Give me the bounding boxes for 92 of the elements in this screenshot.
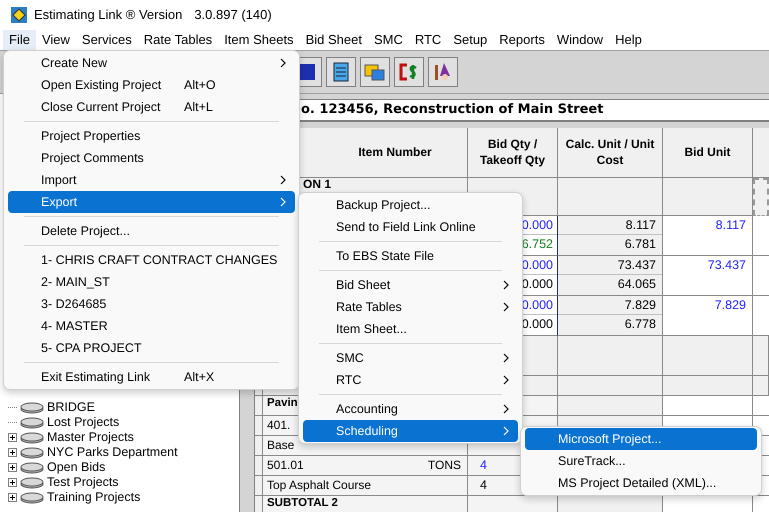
menu-item[interactable]: Bid Sheet [303, 274, 518, 296]
menu-bar-item[interactable]: Item Sheets [218, 30, 300, 50]
item-number: 401. [267, 418, 290, 434]
unit-label: TONS [428, 458, 461, 474]
item-description: Top Asphalt Course [267, 478, 372, 494]
takeoff-quantity: 0.000 [522, 316, 553, 334]
menu-item[interactable]: SMC [303, 347, 518, 369]
menu-item[interactable]: Delete Project... [8, 220, 295, 242]
expand-icon[interactable] [8, 493, 17, 502]
menu-item[interactable]: Open Existing Project Alt+O [8, 74, 295, 96]
menu-bar-item[interactable]: Rate Tables [138, 30, 218, 50]
takeoff-quantity: 0.000 [522, 276, 553, 294]
menu-item[interactable]: Create New [8, 52, 295, 74]
menu-item[interactable]: Exit Estimating Link Alt+X [8, 366, 295, 388]
item-description: Base [267, 438, 294, 454]
menu-item[interactable]: Accounting [303, 398, 518, 420]
menu-bar-item[interactable]: Bid Sheet [300, 30, 368, 50]
expand-icon[interactable] [8, 433, 17, 442]
menu-bar-item[interactable]: RTC [408, 30, 448, 50]
menu-item[interactable]: Microsoft Project... [525, 428, 757, 450]
bid-unit: 8.117 [716, 216, 746, 234]
database-icon [19, 476, 45, 488]
menu-item[interactable]: MS Project Detailed (XML)... [525, 472, 757, 494]
menu-item[interactable]: SureTrack... [525, 450, 757, 472]
menu-bar-item[interactable]: Setup [447, 30, 494, 50]
menu-bar-item[interactable]: Window [550, 30, 610, 50]
database-icon [19, 402, 45, 414]
menu-item[interactable]: RTC [303, 369, 518, 391]
unit-cost: 6.781 [624, 236, 656, 254]
tree-item[interactable]: BRIDGE [47, 400, 95, 415]
app-logo-icon [10, 6, 28, 24]
menu-item[interactable]: Rate Tables [303, 296, 518, 318]
tree-item[interactable]: Lost Projects [47, 415, 120, 430]
tree-item[interactable]: Test Projects [47, 475, 119, 490]
expand-icon[interactable] [8, 478, 17, 487]
menu-bar-item[interactable]: Help [609, 30, 648, 50]
menu-bar-item[interactable]: Reports [493, 30, 551, 50]
menu-item[interactable]: Send to Field Link Online [303, 216, 518, 238]
expand-icon[interactable] [8, 463, 17, 472]
menu-bar-item[interactable]: View [36, 30, 76, 50]
unit-cost: 6.778 [624, 316, 656, 334]
menu-bar-item[interactable]: File [3, 30, 36, 50]
tree-item[interactable]: NYC Parks Department [47, 445, 178, 460]
menu-item[interactable]: 5- CPA PROJECT [8, 337, 295, 359]
group-heading: Pavin [267, 396, 298, 410]
bid-unit: 73.437 [708, 256, 746, 274]
tree-item[interactable]: Open Bids [47, 460, 106, 475]
column-header: Calc. Unit / Unit Cost [558, 128, 663, 178]
database-icon [19, 416, 45, 428]
menu-item[interactable]: 3- D264685 [8, 293, 295, 315]
expand-icon[interactable] [8, 448, 17, 457]
unit-cost: 64.065 [618, 276, 656, 294]
tree-item[interactable]: Training Projects [47, 490, 140, 505]
menu-item[interactable]: Export [8, 191, 295, 213]
group-heading: SUBTOTAL 2 [267, 496, 338, 510]
grid-cell [753, 396, 769, 416]
quantity-value: 4 [480, 458, 487, 472]
calc-unit: 73.437 [618, 256, 656, 274]
version-number: 3.0.897 (140) [194, 6, 272, 24]
wizard-icon[interactable] [428, 57, 458, 87]
bid-quantity: 0.000 [522, 216, 553, 234]
menu-bar-item[interactable]: Services [76, 30, 138, 50]
grid-cell [753, 178, 769, 216]
column-header: Bid Qty / Takeoff Qty [468, 128, 558, 178]
database-icon [19, 432, 45, 444]
menu-item[interactable]: Item Sheet... [303, 318, 518, 340]
menu-item[interactable]: 1- CHRIS CRAFT CONTRACT CHANGES [8, 249, 295, 271]
menu-item[interactable]: 4- MASTER [8, 315, 295, 337]
window-title: Estimating Link ® Version [34, 6, 182, 24]
database-icon [19, 462, 45, 474]
column-header: Bid Unit [663, 128, 753, 178]
menu-item[interactable]: Scheduling [303, 420, 518, 442]
grid-cell [753, 336, 769, 376]
grid-cell [753, 128, 769, 178]
menu-item[interactable]: To EBS State File [303, 245, 518, 267]
quantity-value: 4 [480, 478, 487, 492]
dollar-icon[interactable] [394, 57, 424, 87]
database-icon [19, 492, 45, 504]
bid-quantity: 0.000 [522, 296, 553, 314]
item-number: 501.01 [267, 458, 304, 474]
database-icon [19, 446, 45, 458]
calc-unit: 8.117 [626, 216, 656, 234]
takeoff-quantity: 6.752 [522, 236, 553, 254]
bid-unit: 7.829 [714, 296, 746, 314]
grid-cell [753, 376, 769, 396]
bid-quantity: 0.000 [522, 256, 553, 274]
tree-item[interactable]: Master Projects [47, 430, 134, 445]
folders-icon[interactable] [360, 57, 390, 87]
list-icon[interactable] [326, 57, 356, 87]
menu-item[interactable]: 2- MAIN_ST [8, 271, 295, 293]
menu-bar-item[interactable]: SMC [368, 30, 409, 50]
calc-unit: 7.829 [624, 296, 656, 314]
